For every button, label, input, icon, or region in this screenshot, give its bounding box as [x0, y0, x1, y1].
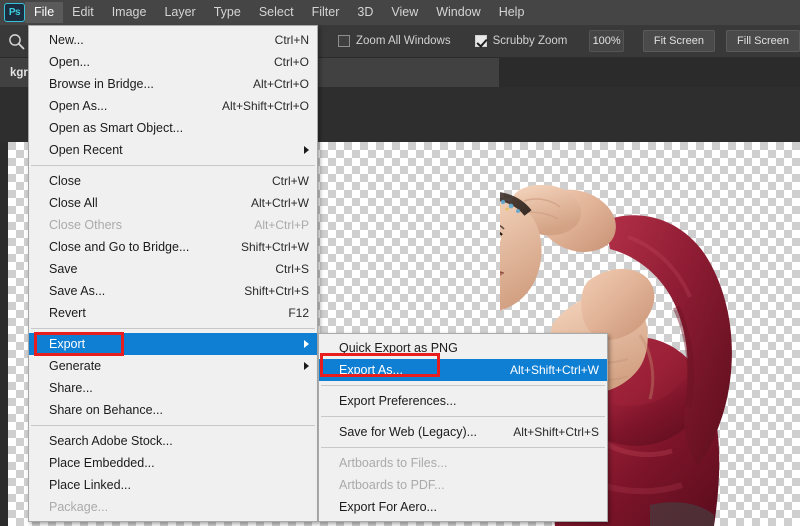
zoom-all-windows-option[interactable]: Zoom All Windows — [338, 35, 451, 47]
menu-item-share-on-behance[interactable]: Share on Behance... — [29, 399, 317, 421]
menubar-item-type[interactable]: Type — [205, 2, 250, 23]
canvas-left-gutter — [0, 142, 8, 526]
submenu-item-export-preferences[interactable]: Export Preferences... — [319, 390, 607, 412]
scrubby-zoom-label: Scrubby Zoom — [492, 35, 568, 47]
menu-item-save-as[interactable]: Save As... Shift+Ctrl+S — [29, 280, 317, 302]
menu-separator — [31, 425, 315, 426]
zoom-tool-icon[interactable] — [3, 28, 30, 55]
menu-bar: Ps File Edit Image Layer Type Select Fil… — [0, 0, 800, 25]
menu-item-close-and-go-to-bridge[interactable]: Close and Go to Bridge... Shift+Ctrl+W — [29, 236, 317, 258]
menubar-item-select[interactable]: Select — [250, 2, 303, 23]
chevron-right-icon — [304, 146, 309, 154]
menu-separator — [321, 447, 605, 448]
photoshop-window: » — [0, 0, 800, 526]
menu-item-open-as[interactable]: Open As... Alt+Shift+Ctrl+O — [29, 95, 317, 117]
submenu-item-save-for-web-legacy[interactable]: Save for Web (Legacy)... Alt+Shift+Ctrl+S — [319, 421, 607, 443]
chevron-right-icon — [304, 362, 309, 370]
menu-item-place-linked[interactable]: Place Linked... — [29, 474, 317, 496]
menu-item-browse-in-bridge[interactable]: Browse in Bridge... Alt+Ctrl+O — [29, 73, 317, 95]
fill-screen-button[interactable]: Fill Screen — [726, 30, 800, 52]
submenu-item-artboards-to-files: Artboards to Files... — [339, 456, 448, 470]
submenu-item-artboards-to-pdf: Artboards to PDF... — [339, 478, 445, 492]
menu-separator — [321, 385, 605, 386]
menubar-item-3d[interactable]: 3D — [348, 2, 382, 23]
scrubby-zoom-option[interactable]: Scrubby Zoom — [474, 35, 568, 47]
menubar-item-help[interactable]: Help — [490, 2, 534, 23]
zoom-percent-field[interactable]: 100% — [589, 30, 624, 52]
menu-item-open-recent[interactable]: Open Recent — [29, 139, 317, 161]
menubar-item-view[interactable]: View — [382, 2, 427, 23]
menu-item-export[interactable]: Export — [29, 333, 317, 355]
menubar-item-window[interactable]: Window — [427, 2, 489, 23]
menu-item-generate[interactable]: Generate — [29, 355, 317, 377]
zoom-all-windows-label: Zoom All Windows — [356, 35, 451, 47]
menu-item-revert[interactable]: Revert F12 — [29, 302, 317, 324]
menubar-item-file[interactable]: File — [25, 2, 64, 23]
menubar-item-image[interactable]: Image — [103, 2, 156, 23]
menu-separator — [31, 328, 315, 329]
menu-item-share[interactable]: Share... — [29, 377, 317, 399]
fit-screen-button[interactable]: Fit Screen — [642, 30, 716, 52]
menu-separator — [31, 165, 315, 166]
submenu-item-export-as[interactable]: Export As... Alt+Shift+Ctrl+W — [319, 359, 607, 381]
menu-item-search-adobe-stock[interactable]: Search Adobe Stock... — [29, 430, 317, 452]
file-menu[interactable]: New... Ctrl+N Open... Ctrl+O Browse in Bri… — [28, 25, 318, 522]
menubar-item-edit[interactable]: Edit — [63, 2, 103, 23]
menu-item-package: Package... — [49, 500, 109, 514]
zoom-all-windows-checkbox[interactable] — [338, 35, 350, 47]
submenu-item-quick-export-as-png[interactable]: Quick Export as PNG — [319, 337, 607, 359]
menu-item-close-all[interactable]: Close All Alt+Ctrl+W — [29, 192, 317, 214]
submenu-item-export-for-aero[interactable]: Export For Aero... — [319, 496, 607, 518]
menu-item-place-embedded[interactable]: Place Embedded... — [29, 452, 317, 474]
menu-item-open[interactable]: Open... Ctrl+O — [29, 51, 317, 73]
menu-item-save[interactable]: Save Ctrl+S — [29, 258, 317, 280]
menu-item-new[interactable]: New... Ctrl+N — [29, 29, 317, 51]
menubar-item-filter[interactable]: Filter — [303, 2, 349, 23]
photoshop-logo-icon: Ps — [4, 3, 25, 22]
menu-item-close[interactable]: Close Ctrl+W — [29, 170, 317, 192]
chevron-right-icon — [304, 340, 309, 348]
scrubby-zoom-checkbox[interactable] — [474, 35, 487, 47]
menu-separator — [321, 416, 605, 417]
menu-item-close-others: Close Others Alt+Ctrl+P — [49, 218, 309, 232]
export-submenu[interactable]: Quick Export as PNG Export As... Alt+Shif… — [318, 333, 608, 522]
menubar-item-layer[interactable]: Layer — [155, 2, 204, 23]
menu-item-open-as-smart-object[interactable]: Open as Smart Object... — [29, 117, 317, 139]
